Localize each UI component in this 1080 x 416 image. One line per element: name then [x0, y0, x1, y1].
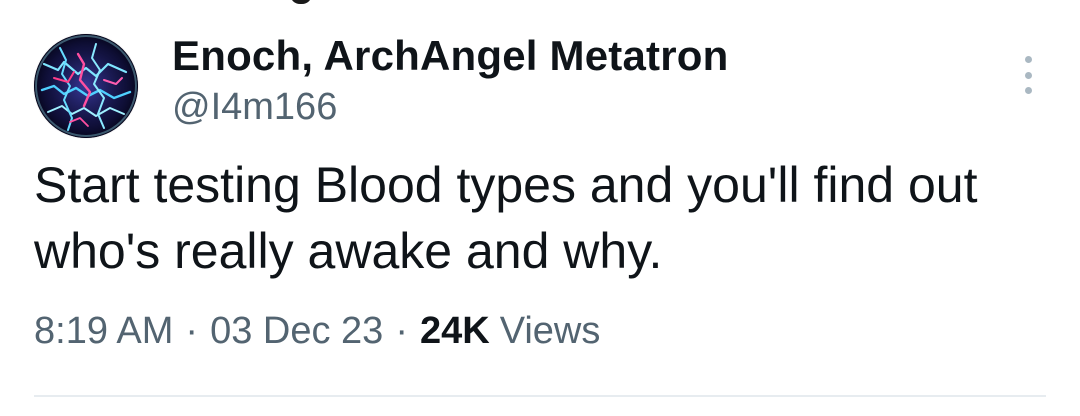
more-vertical-icon: [1024, 56, 1032, 63]
display-name[interactable]: Enoch, ArchAngel Metatron: [172, 32, 728, 80]
views-count[interactable]: 24K: [420, 310, 490, 352]
more-vertical-icon: [1024, 87, 1032, 94]
avatar[interactable]: [34, 34, 138, 138]
divider: [34, 395, 1046, 397]
tweet-text: Start testing Blood types and you'll fin…: [34, 157, 978, 279]
views-label: Views: [499, 310, 601, 352]
separator: ·: [395, 310, 408, 352]
more-options-button[interactable]: [1010, 52, 1046, 98]
tweet-date[interactable]: 03 Dec 23: [210, 310, 383, 352]
separator: ·: [185, 310, 199, 352]
tweet-metadata: 8:19 AM · 03 Dec 23 · 24K Views: [34, 310, 600, 353]
plasma-globe-icon: [34, 34, 138, 138]
tweet-time[interactable]: 8:19 AM: [34, 310, 173, 352]
user-handle[interactable]: @I4m166: [172, 86, 337, 129]
tweet[interactable]: Enoch, ArchAngel Metatron @I4m166 Start …: [0, 0, 1080, 416]
more-vertical-icon: [1024, 71, 1032, 79]
